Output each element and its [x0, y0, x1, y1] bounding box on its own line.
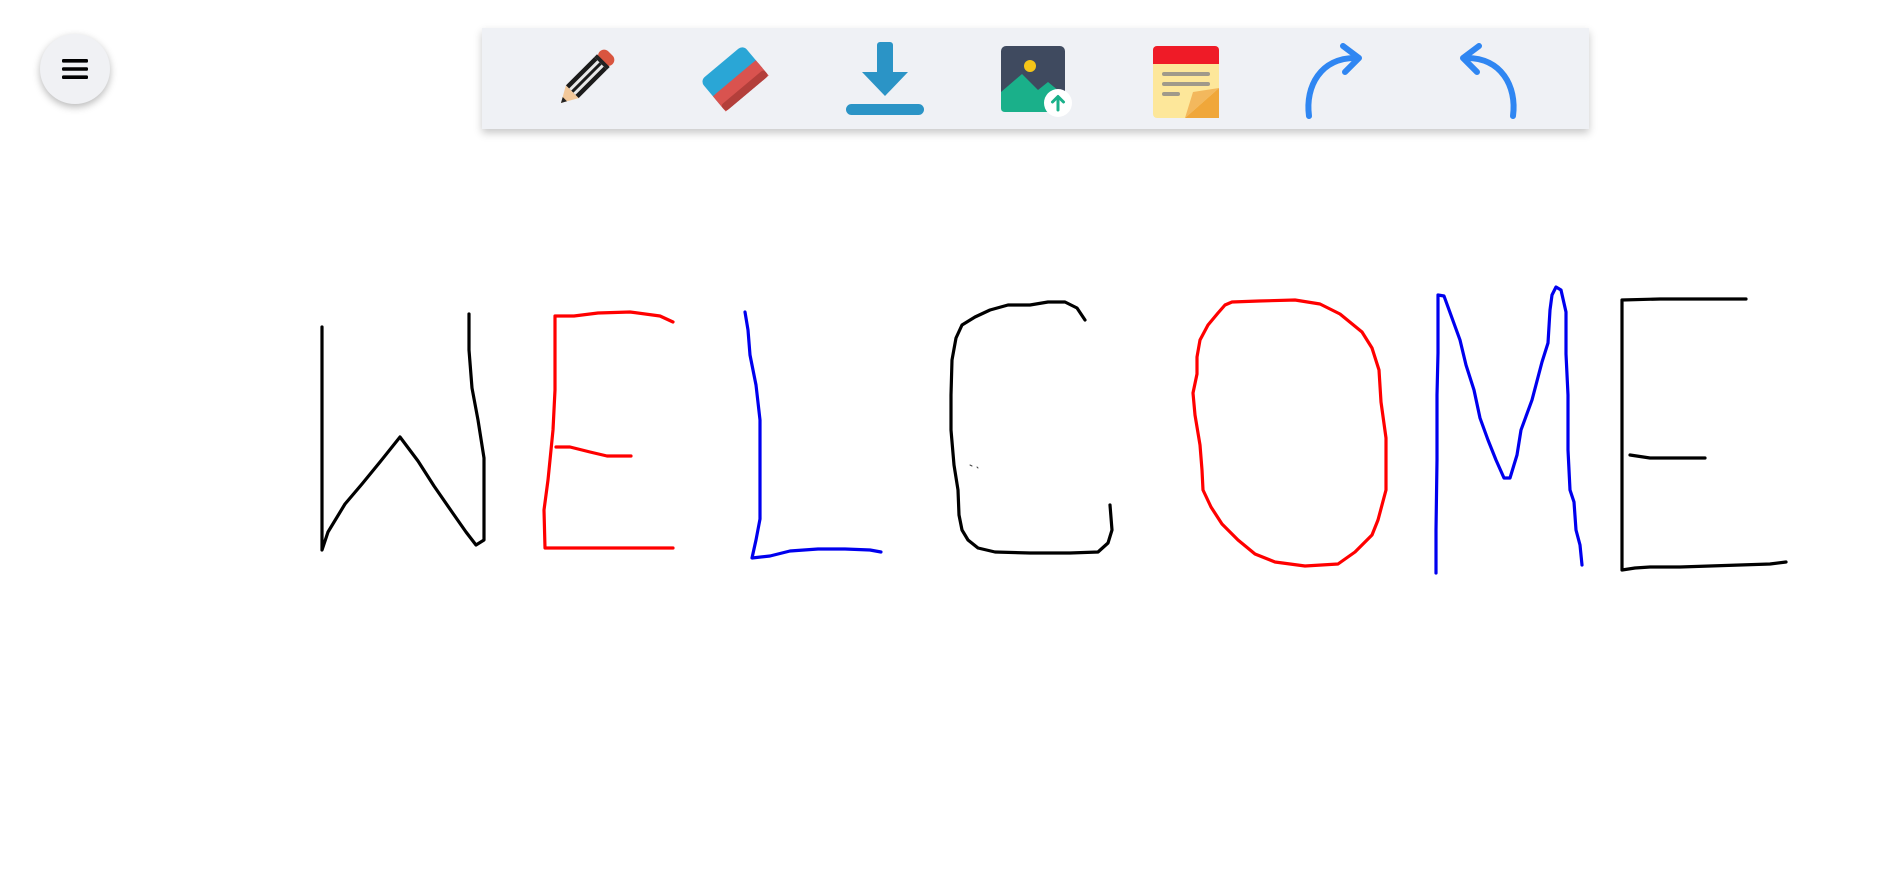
toolbar	[482, 28, 1589, 129]
stroke-letter-c	[949, 300, 1114, 555]
stroke-speck	[969, 464, 979, 469]
drawing-canvas[interactable]	[0, 0, 1898, 883]
stroke-letter-w	[320, 312, 486, 552]
stroke-letter-m	[1434, 285, 1584, 575]
stroke-letter-o	[1191, 298, 1388, 568]
download-icon	[846, 41, 925, 115]
pencil-icon	[561, 49, 615, 103]
undo-arrow-icon	[1459, 42, 1517, 119]
menu-button[interactable]	[40, 34, 110, 104]
stroke-letter-e-black	[1620, 297, 1788, 572]
redo-arrow-icon	[1305, 42, 1362, 119]
stroke-letter-e-red	[542, 310, 675, 550]
stroke-letter-l	[743, 310, 883, 560]
eraser-icon	[702, 46, 769, 112]
download-tool-button[interactable]	[841, 35, 929, 123]
sticky-note-tool-button[interactable]	[1142, 35, 1230, 123]
sticky-note-icon	[1152, 45, 1219, 118]
stroke-letter-e-red-bar	[554, 445, 633, 458]
pencil-tool-button[interactable]	[541, 35, 629, 123]
hamburger-menu-icon	[62, 59, 88, 79]
image-upload-icon	[1001, 45, 1073, 117]
undo-tool-button[interactable]	[1442, 35, 1530, 123]
stroke-letter-e-black-bar	[1628, 453, 1707, 460]
upload-image-tool-button[interactable]	[991, 35, 1079, 123]
redo-tool-button[interactable]	[1292, 35, 1380, 123]
eraser-tool-button[interactable]	[691, 35, 779, 123]
